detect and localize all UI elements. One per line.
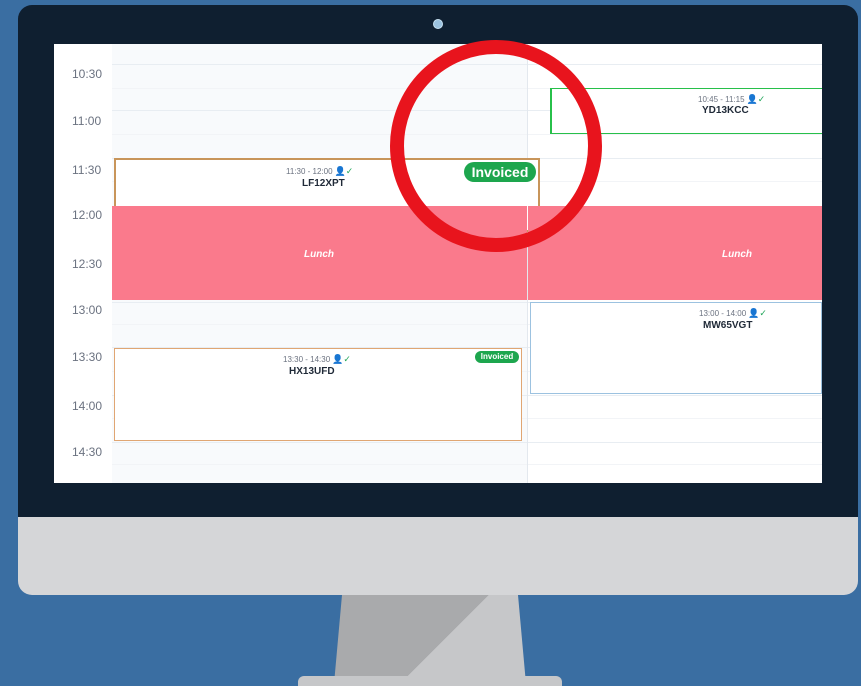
appointment-time: 10:45 - 11:15 👤✓ — [698, 94, 766, 104]
appointment-card[interactable]: 13:30 - 14:30 👤✓ HX13UFD Invoiced — [114, 348, 522, 441]
invoiced-badge: Invoiced — [475, 351, 519, 363]
time-slot-label: 11:30 — [72, 163, 102, 177]
person-check-icon: 👤✓ — [746, 94, 766, 104]
camera-icon — [433, 19, 443, 29]
time-slot-label: 12:30 — [72, 257, 103, 271]
grid-line — [112, 134, 822, 135]
time-slot-label: 12:00 — [72, 208, 103, 222]
invoiced-badge: Invoiced — [464, 162, 536, 182]
grid-line — [112, 64, 822, 65]
appointment-time: 11:30 - 12:00 👤✓ — [286, 166, 354, 176]
grid-line — [112, 442, 822, 443]
time-column: 10:30 11:00 11:30 12:00 12:30 13:00 13:3… — [54, 44, 112, 483]
time-slot-label: 14:00 — [72, 399, 103, 413]
appointment-time: 13:00 - 14:00 👤✓ — [699, 308, 767, 318]
grid-line — [112, 464, 822, 465]
calendar-screen: 10:30 11:00 11:30 12:00 12:30 13:00 13:3… — [54, 44, 822, 483]
person-check-icon: 👤✓ — [748, 308, 767, 318]
appointment-registration: LF12XPT — [302, 178, 345, 189]
appointment-time: 13:30 - 14:30 👤✓ — [283, 354, 351, 364]
appointment-registration: YD13KCC — [702, 105, 749, 116]
time-slot-label: 10:30 — [72, 67, 103, 81]
time-slot-label: 13:30 — [72, 350, 103, 364]
lunch-block: Lunch — [528, 206, 822, 300]
time-slot-label: 13:00 — [72, 303, 103, 317]
person-check-icon: 👤✓ — [332, 354, 351, 364]
appointment-registration: MW65VGT — [703, 320, 753, 331]
time-slot-label: 11:00 — [72, 114, 102, 128]
time-slot-label: 14:30 — [72, 445, 103, 459]
appointment-card[interactable]: 13:00 - 14:00 👤✓ MW65VGT — [530, 302, 822, 394]
lunch-block: Lunch — [112, 206, 527, 300]
person-check-icon: 👤✓ — [334, 166, 354, 176]
lunch-label: Lunch — [722, 249, 752, 260]
monitor-chin — [18, 517, 858, 595]
appointment-registration: HX13UFD — [289, 366, 335, 377]
monitor-stand-base — [298, 676, 562, 686]
lunch-label: Lunch — [304, 249, 334, 260]
appointment-card[interactable]: 10:45 - 11:15 👤✓ YD13KCC — [550, 88, 822, 134]
monitor-stand — [334, 595, 526, 684]
